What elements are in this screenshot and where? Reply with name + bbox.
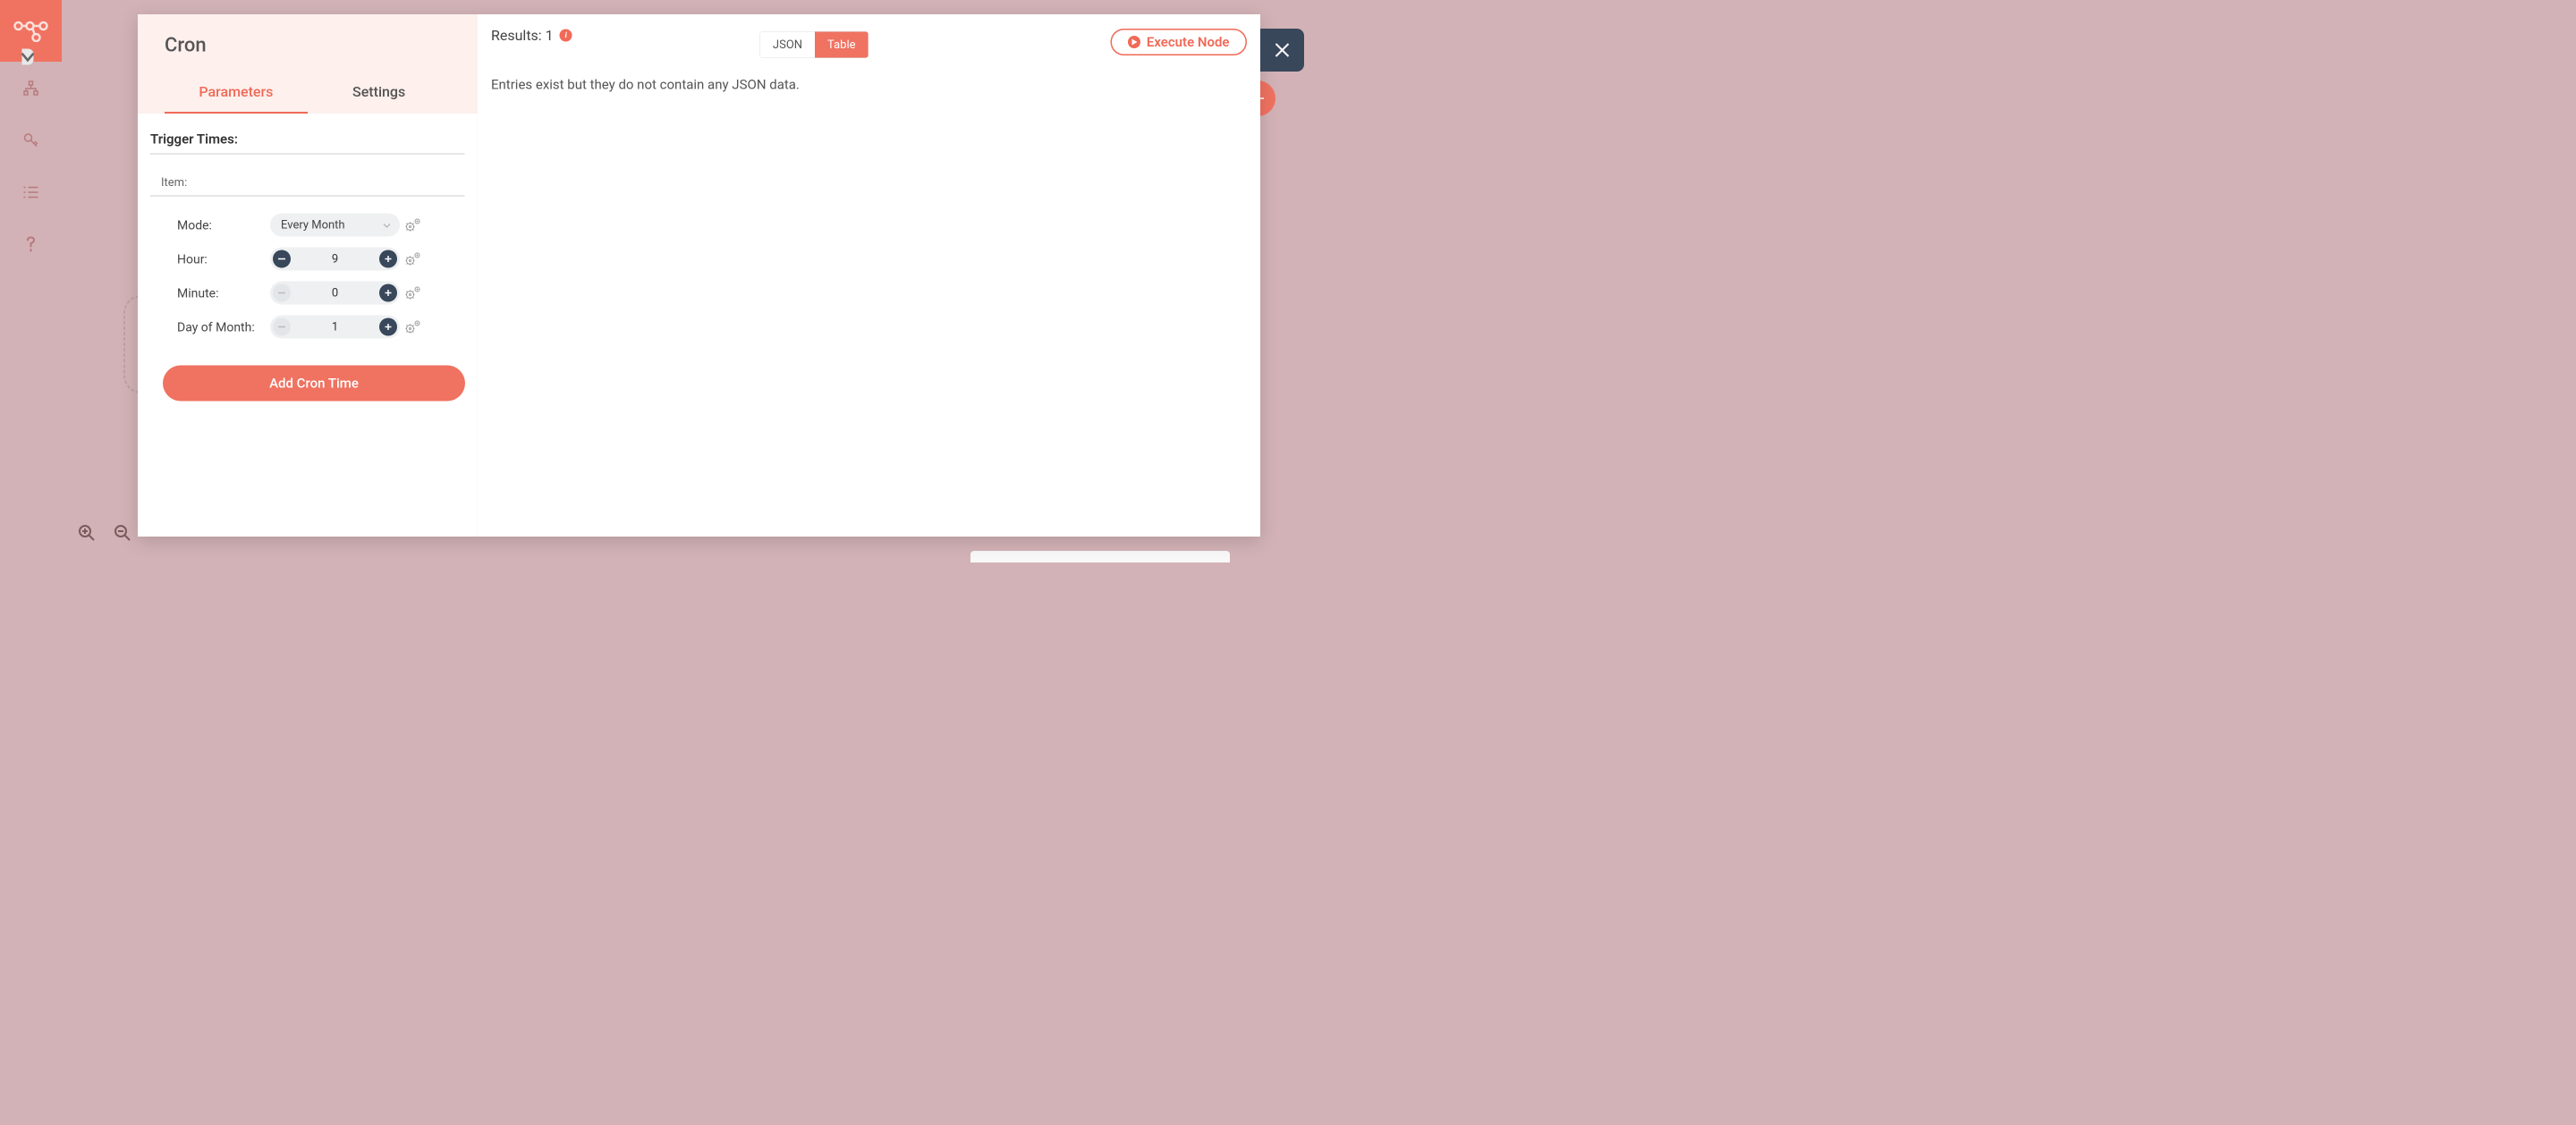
app-logo[interactable] xyxy=(0,0,62,62)
hour-options-button[interactable] xyxy=(400,252,427,266)
day-options-button[interactable] xyxy=(400,320,427,334)
minute-value[interactable]: 0 xyxy=(332,286,338,300)
gear-icon xyxy=(405,320,422,334)
parameters-panel: Cron Parameters Settings Trigger Times: … xyxy=(138,14,478,537)
plus-icon xyxy=(385,256,392,263)
zoom-in-button[interactable] xyxy=(75,521,98,545)
results-panel: Results: 1 i JSON Table Execute Node Ent… xyxy=(478,14,1260,537)
param-row-minute: Minute: 0 xyxy=(177,276,465,310)
plus-icon xyxy=(385,324,392,331)
minus-icon xyxy=(278,326,285,328)
hour-stepper: 9 xyxy=(270,248,400,271)
day-decrement[interactable] xyxy=(273,318,291,336)
sidebar-toggle[interactable] xyxy=(22,49,34,65)
node-title: Cron xyxy=(165,33,451,56)
mode-value: Every Month xyxy=(281,218,345,232)
execute-node-button[interactable]: Execute Node xyxy=(1110,29,1247,55)
bottom-panel-partial xyxy=(970,551,1230,562)
tabs: Parameters Settings xyxy=(165,74,451,114)
day-of-month-label: Day of Month: xyxy=(177,319,270,334)
mode-options-button[interactable] xyxy=(400,218,427,233)
play-icon xyxy=(1128,36,1140,48)
minute-increment[interactable] xyxy=(379,284,397,302)
gear-icon xyxy=(405,252,422,266)
gear-icon xyxy=(405,218,422,233)
mode-label: Mode: xyxy=(177,217,270,233)
close-icon xyxy=(1274,41,1292,59)
minus-icon xyxy=(278,258,285,260)
hour-increment[interactable] xyxy=(379,250,397,268)
results-label: Results: 1 xyxy=(491,27,554,44)
view-json-button[interactable]: JSON xyxy=(760,32,815,58)
n8n-logo-icon xyxy=(13,20,49,42)
param-row-day-of-month: Day of Month: 1 xyxy=(177,310,465,344)
minute-decrement[interactable] xyxy=(273,284,291,302)
sidebar xyxy=(0,0,62,562)
zoom-out-button[interactable] xyxy=(111,521,134,545)
results-empty-message: Entries exist but they do not contain an… xyxy=(491,77,1247,93)
tab-settings[interactable]: Settings xyxy=(308,74,451,114)
info-icon[interactable]: i xyxy=(560,30,572,42)
minus-icon xyxy=(278,292,285,294)
item-label: Item: xyxy=(150,176,465,197)
mode-select[interactable]: Every Month xyxy=(270,214,400,237)
plus-icon xyxy=(385,290,392,297)
trigger-times-label: Trigger Times: xyxy=(150,131,465,155)
view-table-button[interactable]: Table xyxy=(815,32,868,58)
day-value[interactable]: 1 xyxy=(332,320,338,334)
credentials-icon[interactable] xyxy=(22,131,40,149)
day-of-month-stepper: 1 xyxy=(270,316,400,339)
param-row-mode: Mode: Every Month xyxy=(177,208,465,242)
param-row-hour: Hour: 9 xyxy=(177,242,465,276)
workflows-icon[interactable] xyxy=(22,80,40,97)
close-button[interactable] xyxy=(1260,29,1304,72)
executions-icon[interactable] xyxy=(22,183,40,201)
add-cron-time-button[interactable]: Add Cron Time xyxy=(163,366,465,402)
hour-label: Hour: xyxy=(177,251,270,266)
chevron-down-icon xyxy=(383,218,391,232)
tab-parameters[interactable]: Parameters xyxy=(165,74,308,114)
day-increment[interactable] xyxy=(379,318,397,336)
node-editor-modal: Cron Parameters Settings Trigger Times: … xyxy=(138,14,1260,537)
view-toggle: JSON Table xyxy=(759,31,869,58)
help-icon[interactable] xyxy=(22,235,40,253)
hour-value[interactable]: 9 xyxy=(332,252,338,266)
gear-icon xyxy=(405,286,422,300)
minute-label: Minute: xyxy=(177,285,270,300)
minute-options-button[interactable] xyxy=(400,286,427,300)
execute-node-label: Execute Node xyxy=(1147,34,1230,50)
minute-stepper: 0 xyxy=(270,282,400,305)
zoom-controls xyxy=(75,521,134,545)
hour-decrement[interactable] xyxy=(273,250,291,268)
